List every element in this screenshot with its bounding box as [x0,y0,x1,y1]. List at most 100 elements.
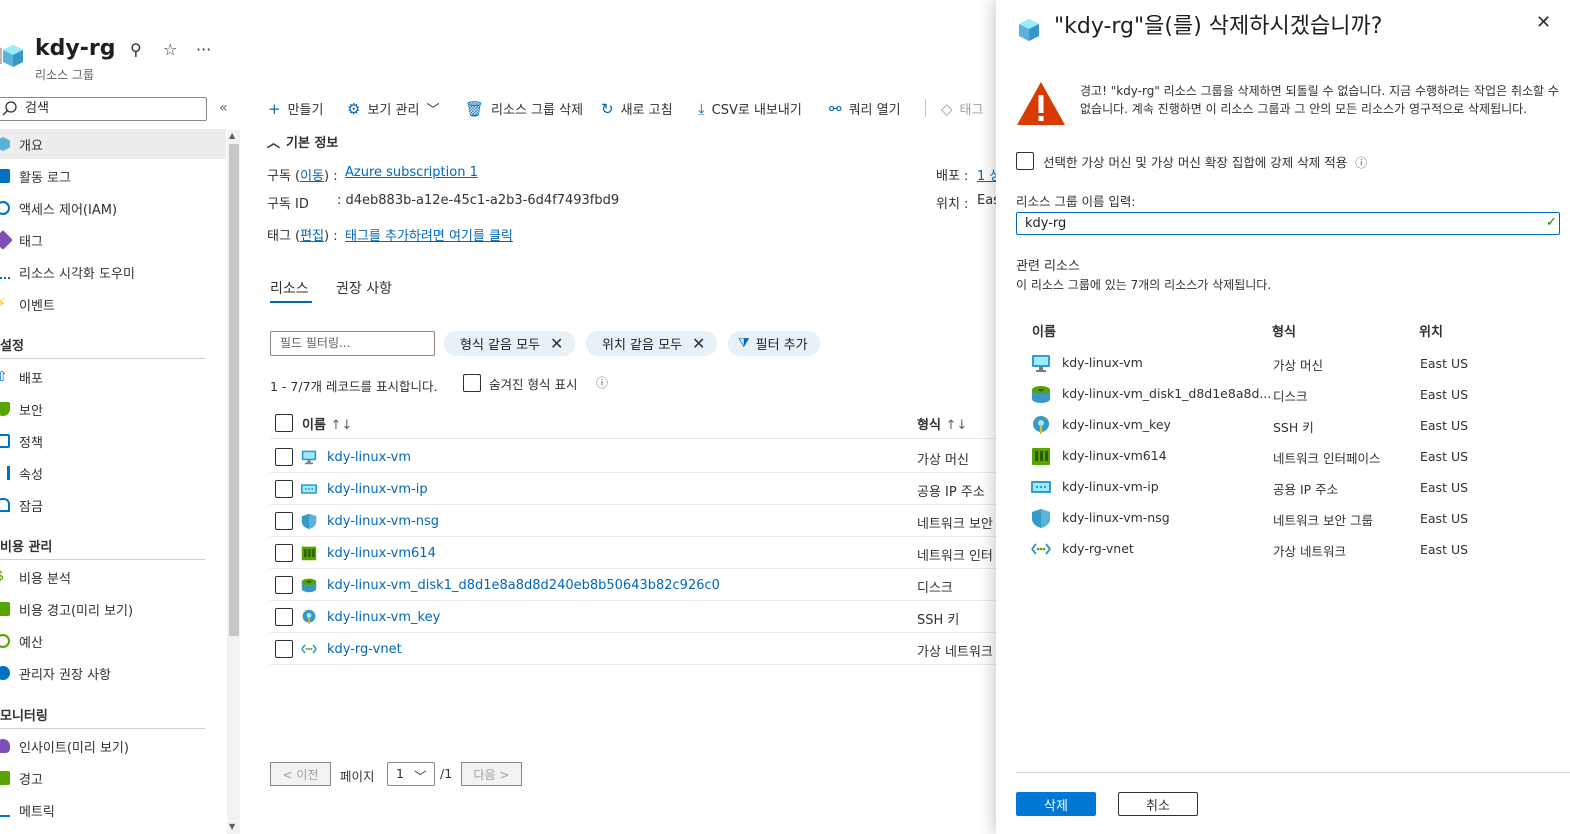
essentials-toggle[interactable]: ︿ 기본 정보 [267,132,338,151]
tab-recommendations[interactable]: 권장 사항 [336,278,392,298]
tags-edit-link[interactable]: 편집 [300,229,324,244]
sidebar-item-alerts[interactable]: 경고 [0,763,226,793]
page-select[interactable]: 1 ﹀ [387,762,435,786]
sidebar-item-overview[interactable]: 개요 [0,129,226,159]
create-button[interactable]: + 만들기 [268,99,323,119]
filter-pill-type[interactable]: 형식 같음 모두 ✕ [444,331,576,356]
alert-icon [0,771,10,785]
sidebar-item-properties[interactable]: 속성 [0,458,226,488]
sidebar-item-insights[interactable]: 인사이트(미리 보기) [0,731,226,761]
sidebar-item-activity-log[interactable]: 활동 로그 [0,161,226,191]
sidebar-item-metrics[interactable]: 메트릭 [0,795,226,825]
row-checkbox[interactable] [275,512,293,530]
force-delete-checkbox[interactable] [1016,152,1034,170]
resource-name-link[interactable]: kdy-rg-vnet [327,642,402,657]
delete-resource-group-button[interactable]: 🗑 리소스 그룹 삭제 [465,99,583,119]
row-checkbox[interactable] [275,640,293,658]
open-query-button[interactable]: ⚯ 쿼리 열기 [829,99,901,119]
row-checkbox[interactable] [275,608,293,626]
sidebar-item-budgets[interactable]: 예산 [0,626,226,656]
sidebar-item-tags[interactable]: 태그 [0,225,226,255]
sidebar-item-locks[interactable]: 잠금 [0,490,226,520]
subscription-link[interactable]: Azure subscription 1 [345,165,478,180]
chevron-down-icon: ﹀ [414,769,427,784]
related-resource-row: kdy-linux-vm_key SSH 키 East US [1030,414,1560,445]
resource-type: SSH 키 [917,613,960,628]
resource-name-link[interactable]: kdy-linux-vm_key [327,610,440,625]
sidebar-group-settings: 설정 [0,339,24,354]
nsg-shield-icon [300,513,318,529]
show-hidden-types-checkbox[interactable] [463,374,481,392]
table-row[interactable]: kdy-linux-vm614 네트워크 인터 [270,537,996,569]
pin-icon[interactable]: ⚲ [130,40,142,59]
sidebar-item-security[interactable]: 보안 [0,394,226,424]
row-checkbox[interactable] [275,576,293,594]
row-checkbox[interactable] [275,544,293,562]
resource-name-link[interactable]: kdy-linux-vm-nsg [327,514,439,529]
resource-type: 가상 네트워크 [917,645,993,660]
sidebar-item-events[interactable]: ⚡ 이벤트 [0,289,226,319]
sidebar-item-cost-analysis[interactable]: $ 비용 분석 [0,562,226,592]
subscription-move-link[interactable]: 이동 [300,169,324,184]
resource-name-link[interactable]: kdy-linux-vm-ip [327,482,428,497]
select-all-checkbox[interactable] [275,414,293,432]
export-csv-button[interactable]: ⤓ CSV로 내보내기 [698,99,802,119]
tag-icon [0,230,13,250]
column-header-type[interactable]: 형식 ↑↓ [917,414,967,433]
public-ip-icon [300,481,318,497]
resource-type: 공용 IP 주소 [917,485,985,500]
table-row[interactable]: kdy-linux-vm_key SSH 키 [270,601,996,633]
table-row[interactable]: kdy-rg-vnet 가상 네트워크 [270,633,996,665]
prev-page-button[interactable]: < 이전 [270,762,331,786]
sidebar-group-cost: 비용 관리 [0,540,53,555]
sidebar-item-deployments[interactable]: ⇧ 배포 [0,362,226,392]
sidebar-scrollbar-thumb[interactable] [229,144,239,636]
collapse-sidebar-icon[interactable]: « [219,100,228,116]
favorite-star-icon[interactable]: ☆ [163,40,177,59]
sidebar-item-advisor[interactable]: 관리자 권장 사항 [0,658,226,688]
more-options-icon[interactable]: ··· [196,40,211,59]
close-icon[interactable]: ✕ [692,334,705,353]
sidebar-divider [0,559,205,560]
related-resources-description: 이 리소스 그룹에 있는 7개의 리소스가 삭제됩니다. [1016,278,1272,292]
scroll-down-icon[interactable]: ▼ [229,822,235,831]
sidebar-item-policy[interactable]: 정책 [0,426,226,456]
table-row[interactable]: kdy-linux-vm-nsg 네트워크 보안 [270,505,996,537]
table-row[interactable]: kdy-linux-vm 가상 머신 [270,441,996,473]
filter-input[interactable]: 필드 필터링... [270,331,435,356]
sidebar-search-input[interactable]: 검색 [0,97,207,121]
close-icon[interactable]: ✕ [1536,12,1551,33]
filter-pill-location[interactable]: 위치 같음 모두 ✕ [586,331,718,356]
cancel-button[interactable]: 취소 [1118,792,1198,816]
row-checkbox[interactable] [275,448,293,466]
manage-view-button[interactable]: ⚙ 보기 관리 ﹀ [347,99,439,119]
related-resource-row: kdy-linux-vm614 네트워크 인터페이스 East US [1030,445,1560,476]
sidebar-item-cost-alerts[interactable]: 비용 경고(미리 보기) [0,594,226,624]
column-header-location: 위치 [1419,325,1443,340]
resource-name-link[interactable]: kdy-linux-vm [327,450,411,465]
resource-name-link[interactable]: kdy-linux-vm614 [327,546,436,561]
info-icon[interactable]: ⓘ [596,374,608,391]
column-header-name[interactable]: 이름 ↑↓ [302,414,352,433]
refresh-button[interactable]: ↻ 새로 고침 [601,99,673,119]
delete-button[interactable]: 삭제 [1016,792,1096,816]
sidebar-item-iam[interactable]: 액세스 제어(IAM) [0,193,226,223]
add-tags-link[interactable]: 태그를 추가하려면 여기를 클릭 [345,225,513,244]
table-row[interactable]: kdy-linux-vm_disk1_d8d1e8a8d8d240eb8b506… [270,569,996,601]
resource-name-link[interactable]: kdy-linux-vm_disk1_d8d1e8a8d8d240eb8b506… [327,578,720,593]
next-page-button[interactable]: 다음 > [461,762,522,786]
advisor-icon [0,666,10,680]
row-checkbox[interactable] [275,480,293,498]
add-filter-button[interactable]: ⧩ 필터 추가 [728,331,820,356]
close-icon[interactable]: ✕ [550,334,563,353]
related-resource-name: kdy-linux-vm_key [1062,417,1171,432]
tab-resources[interactable]: 리소스 [270,278,309,298]
tags-button[interactable]: ◇ 태그 [941,99,983,119]
related-resource-row: kdy-linux-vm_disk1_d8d1e8a8d... 디스크 East U… [1030,383,1560,414]
scroll-up-icon[interactable]: ▲ [229,131,235,140]
resource-group-name-input[interactable]: kdy-rg [1016,212,1560,235]
lock-icon [0,498,10,512]
sidebar-item-visualizer[interactable]: 리소스 시각화 도우미 [0,257,226,287]
table-row[interactable]: kdy-linux-vm-ip 공용 IP 주소 [270,473,996,505]
related-resource-row: kdy-linux-vm-nsg 네트워크 보안 그룹 East US [1030,507,1560,538]
